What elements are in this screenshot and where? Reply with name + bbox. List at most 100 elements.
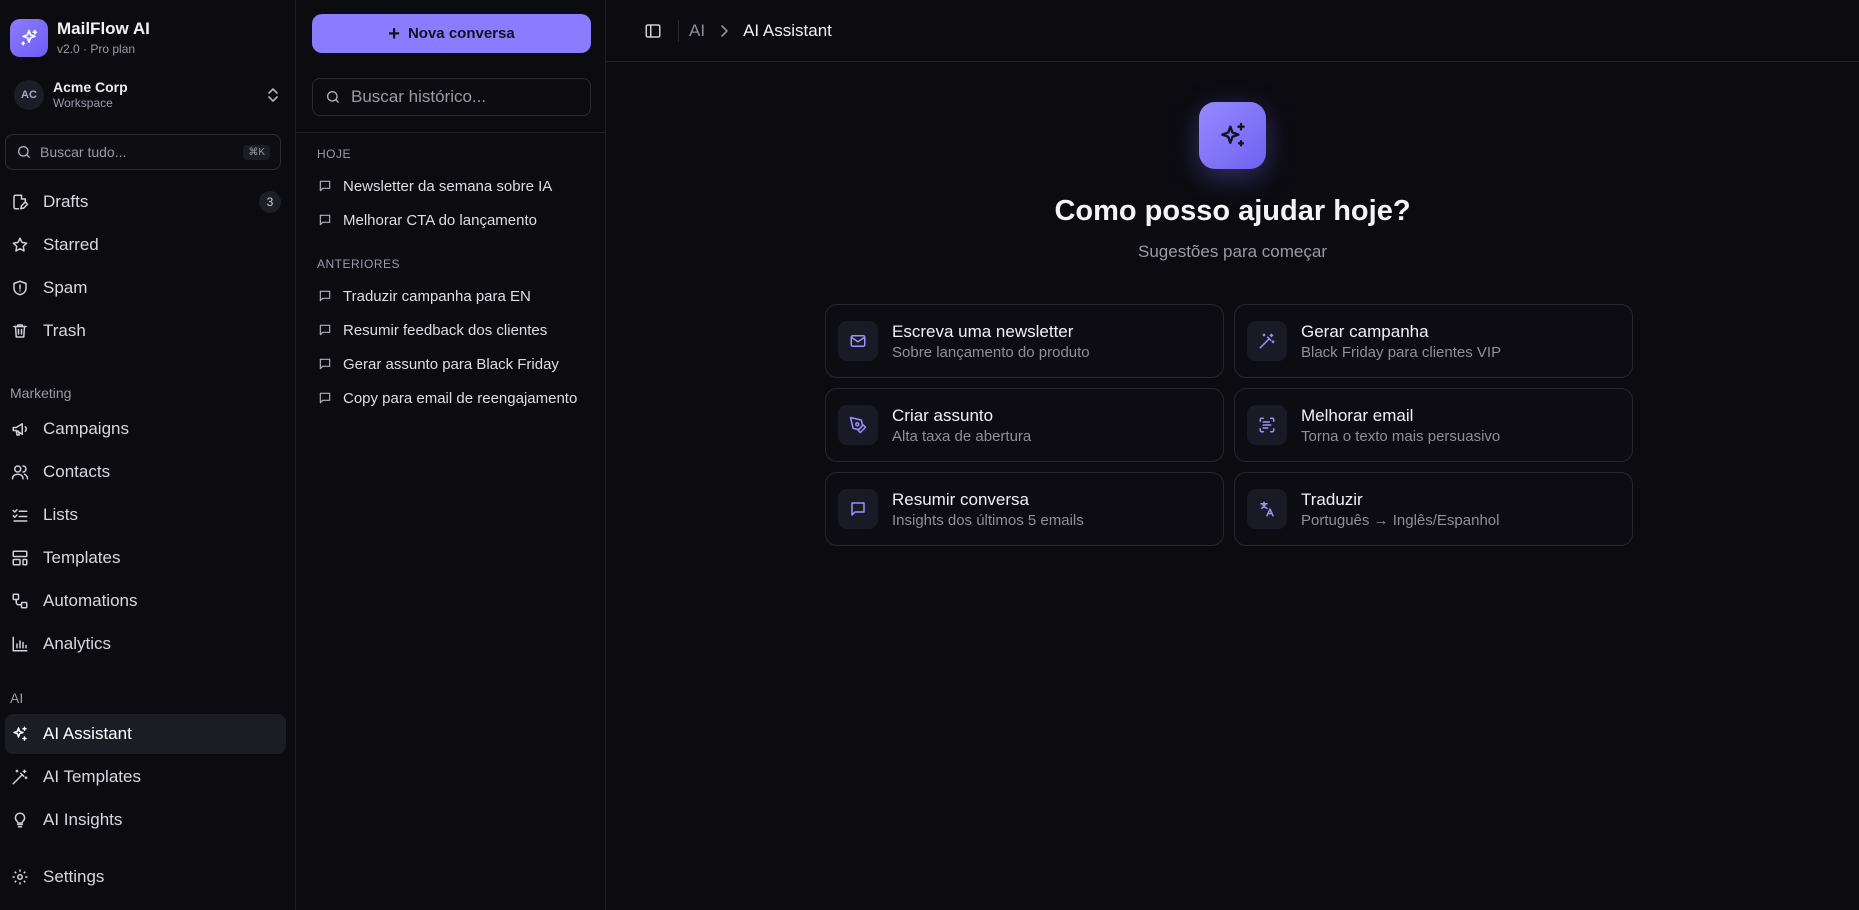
sidebar-item-starred[interactable]: Starred	[5, 225, 286, 265]
section-label-marketing: Marketing	[10, 385, 72, 401]
sidebar: MailFlow AI v2.0 · Pro plan AC Acme Corp…	[0, 0, 296, 910]
sidebar-item-label: Analytics	[43, 634, 112, 653]
sidebar-item-label: Campaigns	[43, 419, 129, 438]
global-search[interactable]: ⌘K	[5, 134, 281, 170]
layout-template-icon	[10, 548, 30, 568]
sidebar-item-label: Lists	[43, 505, 78, 524]
sidebar-item-lists[interactable]: Lists	[5, 495, 286, 535]
nav-top: Drafts 3 Starred Spam Trash	[0, 182, 295, 351]
sidebar-item-label: AI Insights	[43, 810, 123, 829]
history-item[interactable]: Copy para email de reengajamento	[296, 381, 605, 415]
sidebar-item-label: Spam	[43, 278, 88, 297]
suggestion-subtitle: Black Friday para clientes VIP	[1301, 343, 1502, 361]
brand-name: MailFlow AI	[57, 18, 150, 38]
sidebar-item-templates[interactable]: Templates	[5, 538, 286, 578]
hero: Como posso ajudar hoje? Sugestões para c…	[606, 102, 1859, 262]
suggestion-card-improve[interactable]: Melhorar email Torna o texto mais persua…	[1234, 388, 1633, 462]
gear-icon	[10, 867, 30, 887]
wand-icon	[10, 767, 30, 787]
history-item-label: Melhorar CTA do lançamento	[343, 211, 537, 229]
languages-icon	[1247, 489, 1287, 529]
sidebar-item-label: Automations	[43, 591, 138, 610]
suggestion-title: Traduzir	[1301, 489, 1363, 509]
sidebar-item-ai-assistant[interactable]: AI Assistant	[5, 714, 286, 754]
message-square-icon	[317, 390, 333, 406]
message-square-icon	[317, 178, 333, 194]
hero-subtitle: Sugestões para começar	[1138, 242, 1327, 261]
message-square-icon	[838, 489, 878, 529]
sidebar-item-label: Contacts	[43, 462, 111, 481]
sidebar-item-ai-templates[interactable]: AI Templates	[5, 757, 286, 797]
suggestion-card-translate[interactable]: Traduzir Português → Inglês/Espanhol	[1234, 472, 1633, 546]
new-conversation-label: Nova conversa	[407, 25, 515, 42]
history-search[interactable]	[312, 78, 591, 116]
history-search-input[interactable]	[351, 87, 578, 107]
history-item-label: Traduzir campanha para EN	[343, 287, 531, 305]
plus-icon: +	[388, 22, 400, 45]
search-icon	[16, 144, 32, 160]
sidebar-item-analytics[interactable]: Analytics	[5, 624, 286, 664]
suggestion-card-summarize[interactable]: Resumir conversa Insights dos últimos 5 …	[825, 472, 1224, 546]
global-search-input[interactable]	[40, 144, 244, 160]
suggestion-subtitle: Alta taxa de abertura	[892, 427, 1032, 445]
search-shortcut: ⌘K	[243, 144, 270, 160]
history-item[interactable]: Gerar assunto para Black Friday	[296, 347, 605, 381]
divider	[296, 132, 605, 133]
list-checks-icon	[10, 505, 30, 525]
new-conversation-button[interactable]: + Nova conversa	[312, 14, 591, 53]
suggestion-grid: Escreva uma newsletter Sobre lançamento …	[825, 304, 1633, 546]
suggestion-card-campaign[interactable]: Gerar campanha Black Friday para cliente…	[1234, 304, 1633, 378]
sidebar-item-settings[interactable]: Settings	[5, 857, 286, 897]
history-item-label: Newsletter da semana sobre IA	[343, 177, 553, 195]
history-item[interactable]: Resumir feedback dos clientes	[296, 313, 605, 347]
draft-icon	[10, 192, 30, 212]
sidebar-item-ai-insights[interactable]: AI Insights	[5, 800, 286, 840]
nav-ai: AI Assistant AI Templates AI Insights Se…	[0, 714, 295, 897]
sidebar-item-label: Templates	[43, 548, 121, 567]
workspace-label: Workspace	[53, 96, 113, 110]
trash-icon	[10, 321, 30, 341]
sidebar-item-label: Settings	[43, 867, 105, 886]
sidebar-item-automations[interactable]: Automations	[5, 581, 286, 621]
history-item-label: Resumir feedback dos clientes	[343, 321, 548, 339]
suggestion-subtitle: Português → Inglês/Espanhol	[1301, 511, 1500, 529]
workspace-switcher[interactable]: AC Acme Corp Workspace	[0, 74, 295, 116]
sidebar-item-label: AI Templates	[43, 767, 141, 786]
mail-icon	[838, 321, 878, 361]
history-item[interactable]: Traduzir campanha para EN	[296, 279, 605, 313]
scan-text-icon	[1247, 405, 1287, 445]
sidebar-item-label: Trash	[43, 321, 86, 340]
suggestion-title: Melhorar email	[1301, 405, 1414, 425]
suggestion-subtitle: Sobre lançamento do produto	[892, 343, 1090, 361]
brand-subtitle: v2.0 · Pro plan	[57, 41, 136, 56]
wand-icon	[1247, 321, 1287, 361]
breadcrumb-parent[interactable]: AI	[689, 21, 705, 41]
history-item[interactable]: Newsletter da semana sobre IA	[296, 169, 605, 203]
brand[interactable]: MailFlow AI v2.0 · Pro plan	[0, 0, 295, 60]
suggestion-title: Resumir conversa	[892, 489, 1029, 509]
sidebar-item-spam[interactable]: Spam	[5, 268, 286, 308]
sidebar-item-label: Drafts	[43, 192, 89, 211]
search-icon	[325, 89, 341, 105]
workspace-name: Acme Corp	[53, 79, 128, 95]
lightbulb-icon	[10, 810, 30, 830]
users-icon	[10, 462, 30, 482]
breadcrumb-current: AI Assistant	[743, 20, 832, 40]
history-group-label: HOJE	[317, 147, 352, 161]
message-square-icon	[317, 212, 333, 228]
suggestion-card-newsletter[interactable]: Escreva uma newsletter Sobre lançamento …	[825, 304, 1224, 378]
sidebar-item-campaigns[interactable]: Campaigns	[5, 409, 286, 449]
history-item[interactable]: Melhorar CTA do lançamento	[296, 203, 605, 237]
sidebar-item-trash[interactable]: Trash	[5, 311, 286, 351]
star-icon	[10, 235, 30, 255]
sidebar-item-label: AI Assistant	[43, 724, 132, 743]
breadcrumb: AI AI Assistant	[689, 21, 832, 41]
shield-alert-icon	[10, 278, 30, 298]
topbar: AI AI Assistant	[606, 0, 1859, 62]
sidebar-toggle-icon[interactable]	[642, 20, 664, 42]
sidebar-item-label: Starred	[43, 235, 99, 254]
suggestion-subtitle: Insights dos últimos 5 emails	[892, 511, 1084, 529]
sidebar-item-contacts[interactable]: Contacts	[5, 452, 286, 492]
sidebar-item-drafts[interactable]: Drafts 3	[5, 182, 286, 222]
suggestion-card-subject[interactable]: Criar assunto Alta taxa de abertura	[825, 388, 1224, 462]
